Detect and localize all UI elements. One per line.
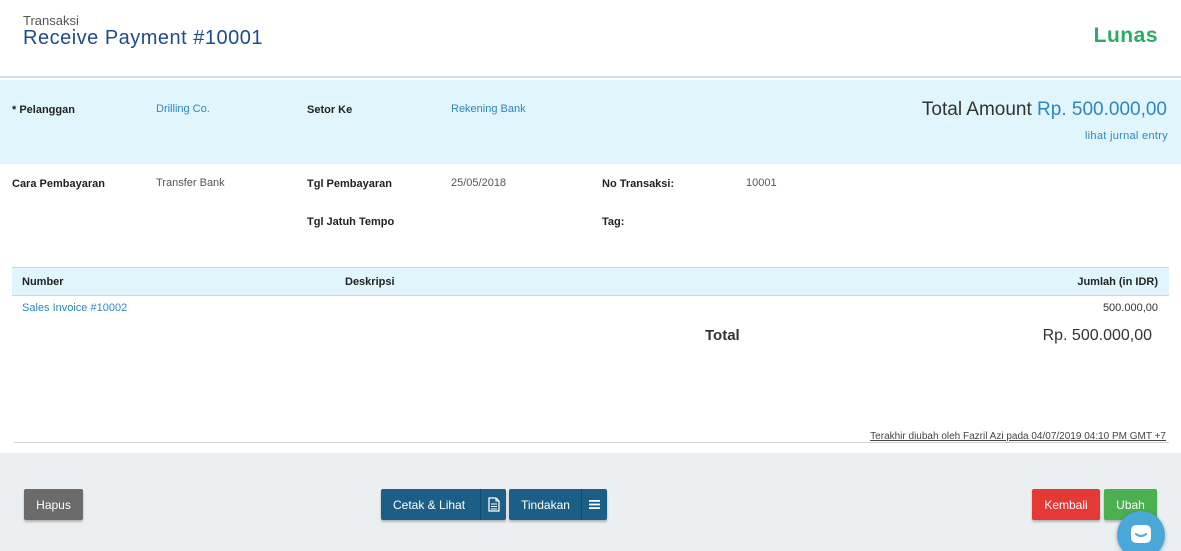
document-icon (480, 489, 506, 520)
setor-ke-link[interactable]: Rekening Bank (451, 103, 526, 115)
table-header: Number Deskripsi Jumlah (in IDR) (12, 267, 1169, 296)
actions-label: Tindakan (521, 497, 570, 512)
print-view-button[interactable]: Cetak & Lihat (381, 489, 506, 520)
setor-ke-label: Setor Ke (307, 104, 353, 116)
row-jumlah: 500.000,00 (1102, 302, 1158, 314)
action-footer: Hapus Cetak & Lihat Tindakan Kembali Uba… (0, 453, 1181, 551)
page-title: Receive Payment #10001 (23, 27, 264, 49)
divider (14, 442, 1169, 443)
total-amount-value: Rp. 500.000,00 (1037, 99, 1167, 120)
cara-pembayaran-label: Cara Pembayaran (12, 178, 105, 190)
total-label: Total (705, 327, 740, 344)
total-value: Rp. 500.000,00 (1042, 327, 1152, 344)
delete-button[interactable]: Hapus (24, 489, 83, 520)
tgl-pembayaran-value: 25/05/2018 (451, 177, 507, 189)
audit-trail-link[interactable]: Terakhir diubah oleh Fazril Azi pada 04/… (870, 431, 1166, 442)
column-header-jumlah: Jumlah (in IDR) (1077, 276, 1158, 288)
pelanggan-label: * Pelanggan (12, 104, 75, 116)
column-header-deskripsi: Deskripsi (345, 276, 395, 288)
total-amount: Total Amount Rp. 500.000,00 (922, 99, 1167, 121)
table-row: Sales Invoice #10002 500.000,00 (12, 296, 1169, 320)
invoice-link[interactable]: Sales Invoice #10002 (22, 302, 127, 314)
no-transaksi-label: No Transaksi: (602, 178, 675, 190)
tag-label: Tag: (602, 216, 625, 228)
cara-pembayaran-value: Transfer Bank (156, 177, 225, 189)
pelanggan-link[interactable]: Drilling Co. (156, 103, 210, 115)
print-view-label: Cetak & Lihat (393, 497, 466, 512)
summary-band: * Pelanggan Drilling Co. Setor Ke Rekeni… (0, 80, 1181, 164)
no-transaksi-value: 10001 (746, 177, 777, 189)
back-button[interactable]: Kembali (1032, 489, 1100, 520)
column-header-number: Number (22, 276, 64, 288)
tgl-jatuh-tempo-label: Tgl Jatuh Tempo (307, 216, 395, 228)
actions-button[interactable]: Tindakan (509, 489, 607, 520)
page-subtitle: Transaksi (23, 13, 79, 28)
payment-lines-table: Number Deskripsi Jumlah (in IDR) Sales I… (12, 267, 1169, 320)
status-badge: Lunas (1093, 24, 1158, 47)
total-amount-label: Total Amount (921, 99, 1032, 120)
menu-icon (581, 489, 607, 520)
jurnal-entry-link[interactable]: lihat jurnal entry (1085, 130, 1168, 142)
chat-icon[interactable] (1117, 511, 1165, 551)
tgl-pembayaran-label: Tgl Pembayaran (307, 178, 392, 190)
page-header: Transaksi Receive Payment #10001 Lunas (0, 0, 1181, 78)
